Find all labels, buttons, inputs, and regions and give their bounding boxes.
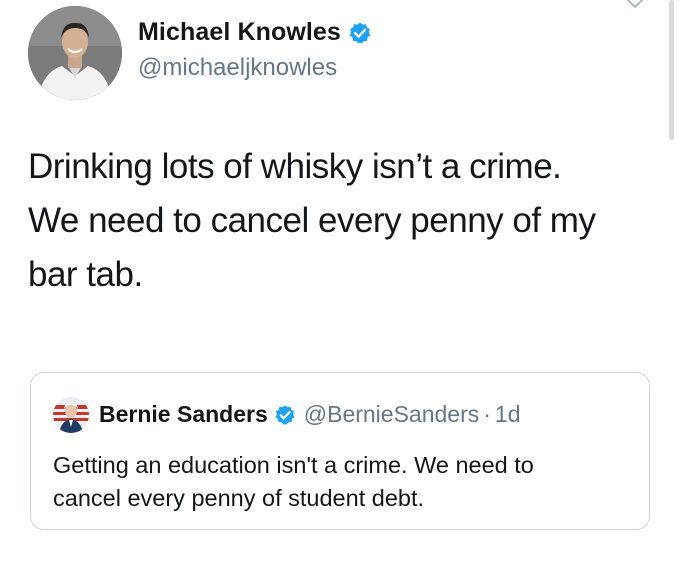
author-avatar[interactable]: [28, 6, 122, 100]
tweet-text-line: bar tab.: [28, 255, 143, 294]
tweet-card: Michael Knowles @michaeljknowles Drinkin…: [0, 0, 680, 569]
quoted-timestamp[interactable]: 1d: [495, 401, 521, 428]
quoted-header: Bernie Sanders @BernieSanders · 1d: [99, 401, 521, 428]
tweet-text: Drinking lots of whisky isn’t a crime. W…: [28, 140, 658, 302]
quoted-text-line: cancel every penny of student debt.: [53, 485, 425, 511]
verified-badge-icon: [275, 404, 295, 425]
quoted-tweet-text: Getting an education isn't a crime. We n…: [53, 449, 643, 515]
author-name[interactable]: Michael Knowles: [138, 18, 341, 47]
tweet-text-line: We need to cancel every penny of my: [28, 201, 596, 240]
author-handle[interactable]: @michaeljknowles: [138, 54, 337, 82]
scrollbar[interactable]: [669, 0, 674, 140]
chevron-down-icon[interactable]: [624, 0, 646, 10]
verified-badge-icon: [349, 22, 371, 43]
quoted-author-name[interactable]: Bernie Sanders: [99, 401, 268, 428]
quoted-text-line: Getting an education isn't a crime. We n…: [53, 452, 534, 478]
quoted-author-avatar: [53, 397, 89, 433]
author-name-row: Michael Knowles: [138, 18, 372, 47]
quoted-tweet-card[interactable]: Bernie Sanders @BernieSanders · 1d Getti…: [30, 372, 650, 530]
quoted-author-handle[interactable]: @BernieSanders: [304, 401, 480, 428]
tweet-text-line: Drinking lots of whisky isn’t a crime.: [28, 147, 562, 186]
separator-dot: ·: [483, 401, 491, 427]
